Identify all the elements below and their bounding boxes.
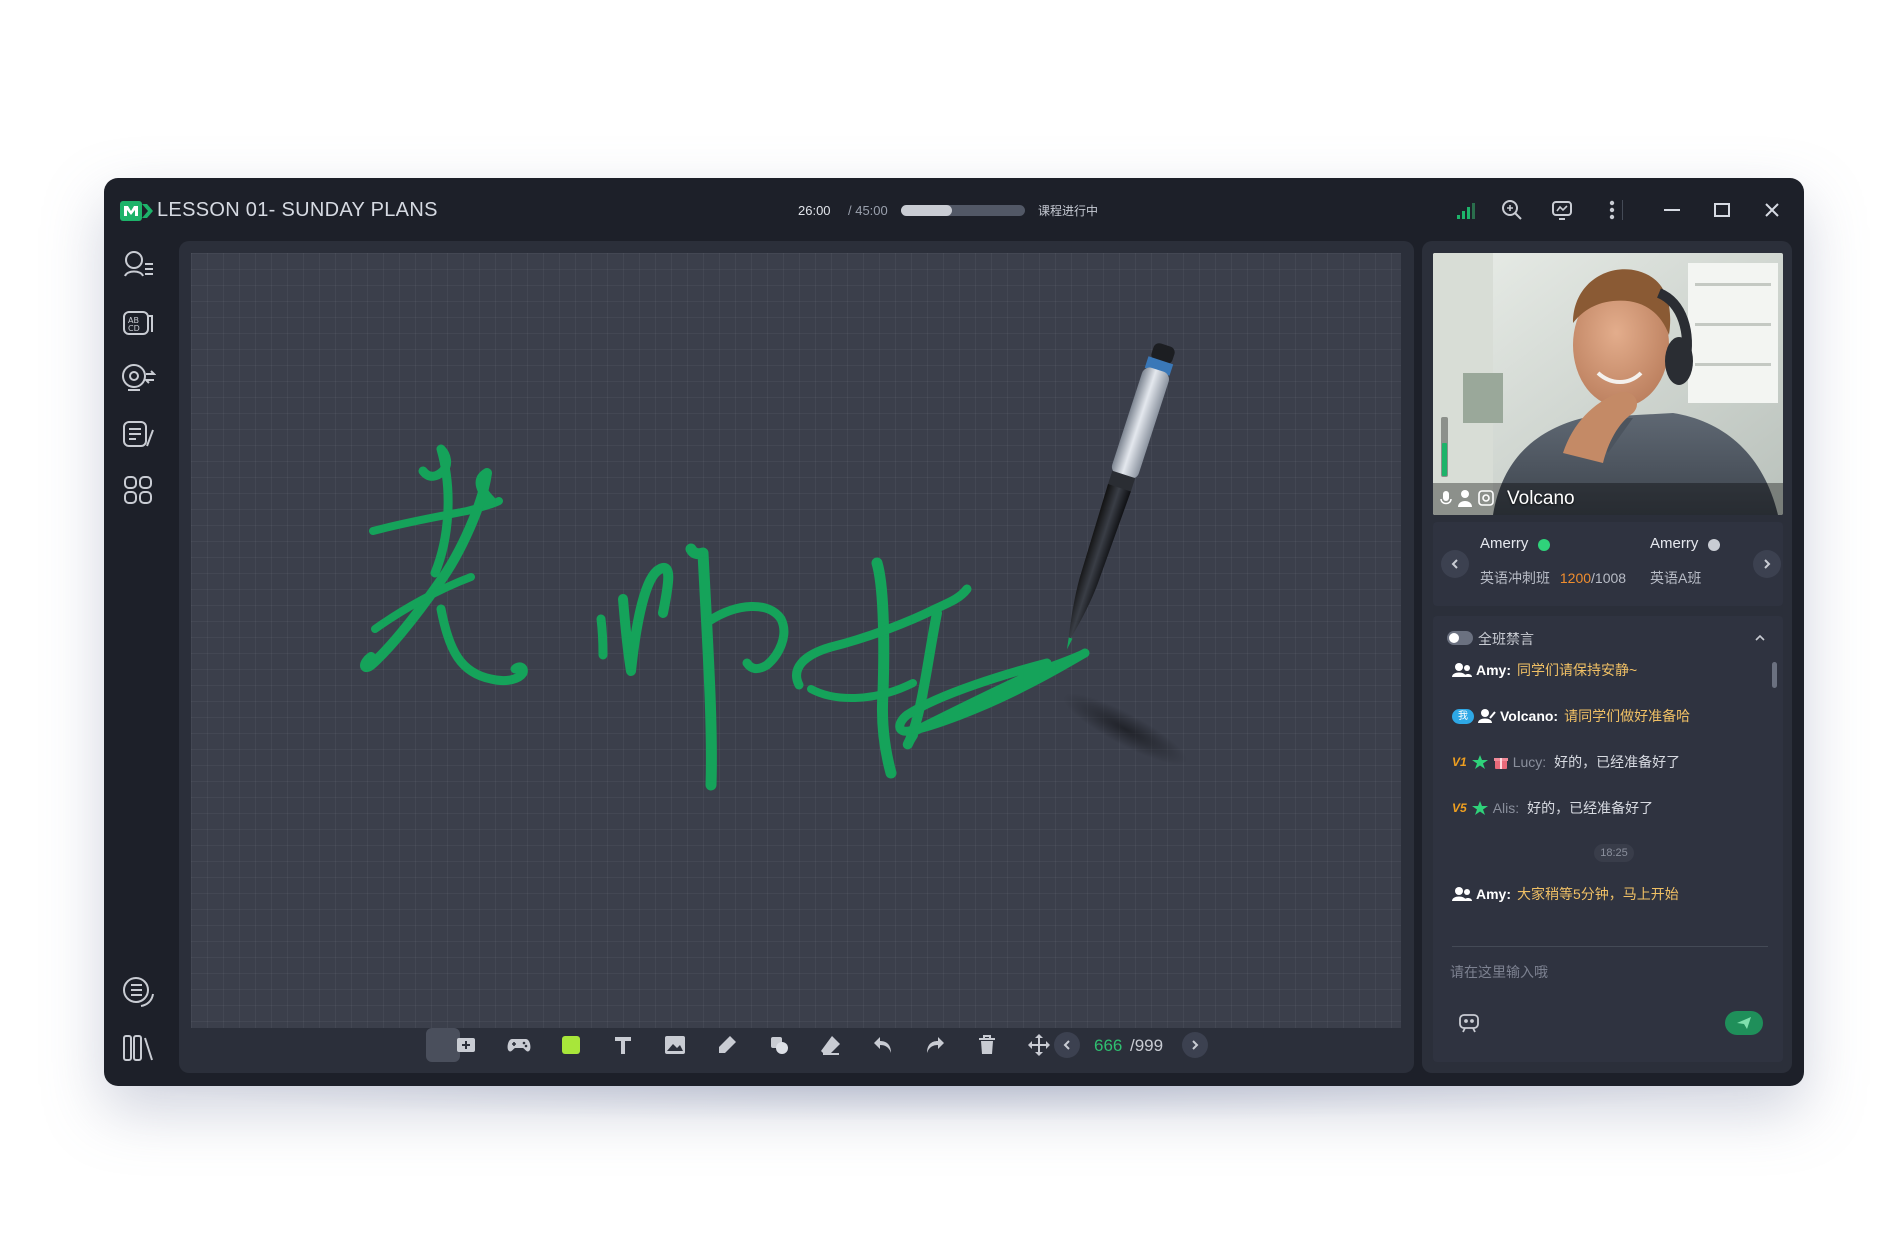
teacher-video (1433, 253, 1783, 515)
shape-tool-icon[interactable] (762, 1028, 796, 1062)
chat-panel (1433, 616, 1783, 1062)
send-icon (1737, 1017, 1751, 1029)
teacher-icon (1452, 663, 1472, 677)
maximize-icon[interactable] (1708, 196, 1736, 224)
emoji-icon[interactable] (1456, 1010, 1482, 1036)
me-badge: 我 (1452, 708, 1474, 724)
gift-icon (1493, 758, 1508, 769)
class-count-total: /1008 (1591, 570, 1627, 586)
signal-icon (1452, 196, 1480, 224)
chat-text: 大家稍等5分钟，马上开始 (1517, 886, 1679, 902)
chat-text: 好的，已经准备好了 (1554, 754, 1681, 770)
pen-tool-icon[interactable] (710, 1028, 744, 1062)
chat-text: 好的，已经准备好了 (1527, 800, 1654, 816)
chat-input[interactable] (1450, 958, 1750, 986)
camera-switch-icon[interactable] (120, 360, 156, 396)
image-tool-icon[interactable] (658, 1028, 692, 1062)
chat-text: 请同学们做好准备哈 (1564, 708, 1691, 724)
page-total: /999 (1130, 1036, 1164, 1055)
apps-grid-icon[interactable] (120, 472, 156, 508)
screen-share-icon[interactable] (1548, 196, 1576, 224)
minimize-icon[interactable] (1658, 196, 1686, 224)
chat-message: Amy: 同学们请保持安静~ (1452, 658, 1637, 682)
user-list-icon[interactable] (120, 246, 156, 282)
svg-text:CD: CD (128, 324, 140, 333)
chat-message: Amy: 大家稍等5分钟，马上开始 (1452, 882, 1679, 906)
text-tool-icon[interactable] (606, 1028, 640, 1062)
lesson-progress-fill (901, 205, 952, 216)
teacher-icon (1478, 709, 1496, 723)
lesson-list-icon[interactable] (120, 974, 156, 1010)
timer-total: / 45:00 (848, 203, 888, 218)
chevron-up-icon[interactable] (1752, 630, 1768, 646)
input-divider (1452, 946, 1768, 947)
chat-message: V5 Alis: 好的，已经准备好了 (1452, 796, 1653, 820)
class-prev-button[interactable] (1441, 550, 1469, 578)
chat-message: V1 Lucy: 好的，已经准备好了 (1452, 750, 1680, 774)
class-name: 英语冲刺班 (1480, 570, 1550, 586)
level-badge: V1 (1452, 755, 1467, 769)
mute-all-label: 全班禁言 (1478, 631, 1534, 647)
library-icon[interactable] (120, 1030, 156, 1066)
chat-sender: Volcano: (1500, 708, 1559, 724)
class-teacher-name: Amerry (1480, 535, 1529, 552)
toggle-knob (1449, 633, 1459, 643)
page-prev-button[interactable] (1054, 1032, 1080, 1058)
app-logo-icon (120, 201, 153, 221)
class-meta: 英语冲刺班 1200/1008 (1480, 568, 1626, 588)
page-navigator: 666 /999 (1054, 1032, 1210, 1060)
lesson-progress-bar (901, 205, 1025, 216)
class-name: 英语A班 (1650, 570, 1702, 586)
offline-status-icon (1708, 539, 1720, 551)
mute-all-toggle[interactable] (1447, 631, 1473, 645)
class-count-current: 1200 (1559, 570, 1592, 586)
class-next-button[interactable] (1753, 550, 1781, 578)
handwriting-strokes (360, 343, 1188, 791)
close-icon[interactable] (1758, 196, 1786, 224)
class-teacher-name: Amerry (1650, 535, 1699, 552)
page-next-button[interactable] (1182, 1032, 1208, 1058)
search-zoom-icon[interactable] (1498, 196, 1526, 224)
course-status: 课程进行中 (1038, 204, 1099, 218)
color-swatch-icon[interactable] (554, 1028, 588, 1062)
chat-sender: Lucy: (1512, 754, 1547, 770)
titlebar-separator (1622, 200, 1623, 220)
chat-scrollbar[interactable] (1772, 662, 1777, 688)
chat-text: 同学们请保持安静~ (1517, 662, 1638, 678)
timer-elapsed: 26:00 (798, 203, 831, 218)
chat-message: 我 Volcano: 请同学们做好准备哈 (1452, 704, 1690, 728)
chat-sender: Amy: (1476, 662, 1512, 678)
online-status-icon (1538, 539, 1550, 551)
whiteboard-canvas[interactable] (191, 253, 1401, 1028)
title-bar: LESSON 01- SUNDAY PLANS 26:00 / 45:00 课程… (104, 178, 1804, 238)
lesson-title: LESSON 01- SUNDAY PLANS (157, 199, 438, 221)
star-icon (1471, 801, 1488, 815)
stylus-pen-icon (1066, 343, 1175, 650)
eraser-tool-icon[interactable] (814, 1028, 848, 1062)
level-badge: V5 (1452, 801, 1467, 815)
add-page-icon[interactable] (450, 1028, 484, 1062)
redo-icon[interactable] (918, 1028, 952, 1062)
undo-icon[interactable] (866, 1028, 900, 1062)
quiz-edit-icon[interactable] (120, 416, 156, 452)
page-current: 666 (1094, 1036, 1123, 1055)
send-button[interactable] (1725, 1011, 1763, 1035)
vocabulary-card-icon[interactable]: AB CD (120, 304, 156, 340)
app-window: LESSON 01- SUNDAY PLANS 26:00 / 45:00 课程… (104, 178, 1804, 1086)
teacher-icon (1452, 887, 1472, 901)
chat-timestamp: 18:25 (1594, 844, 1634, 862)
chat-sender: Amy: (1476, 886, 1512, 902)
move-icon[interactable] (1022, 1028, 1056, 1062)
presenter-name: Volcano (1507, 488, 1575, 509)
gamepad-icon[interactable] (502, 1028, 536, 1062)
star-icon (1471, 755, 1488, 769)
delete-icon[interactable] (970, 1028, 1004, 1062)
pen-shadow (1062, 693, 1188, 765)
chat-sender: Alis: (1492, 800, 1520, 816)
